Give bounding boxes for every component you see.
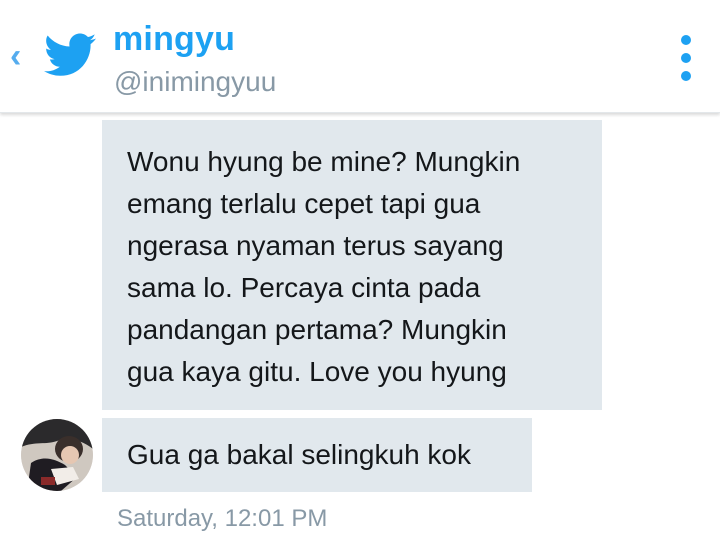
message-text-line: emang terlalu cepet tapi gua [127, 188, 481, 219]
twitter-bird-icon[interactable] [44, 33, 96, 77]
message-bubble[interactable]: Gua ga bakal selingkuh kok [102, 418, 532, 492]
avatar[interactable] [21, 419, 93, 491]
message-bubble[interactable]: Wonu hyung be mine? Mungkin emang terlal… [102, 120, 602, 410]
conversation-header: ‹ mingyu @inimingyuu [0, 0, 720, 113]
more-vertical-icon[interactable] [674, 33, 698, 83]
message-text-line: sama lo. Percaya cinta pada [127, 272, 481, 303]
message-text-line: ngerasa nyaman terus sayang [127, 230, 504, 261]
message-text-line: pandangan pertama? Mungkin [127, 314, 507, 345]
message-text-line: Wonu hyung be mine? Mungkin [127, 146, 521, 177]
contact-handle: @inimingyuu [114, 66, 277, 97]
message-text-line: gua kaya gitu. Love you hyung [127, 356, 507, 387]
chevron-left-icon[interactable]: ‹ [10, 36, 26, 76]
contact-display-name[interactable]: mingyu [113, 20, 235, 59]
message-text-line: Gua ga bakal selingkuh kok [127, 439, 471, 470]
message-timestamp: Saturday, 12:01 PM [117, 505, 328, 532]
